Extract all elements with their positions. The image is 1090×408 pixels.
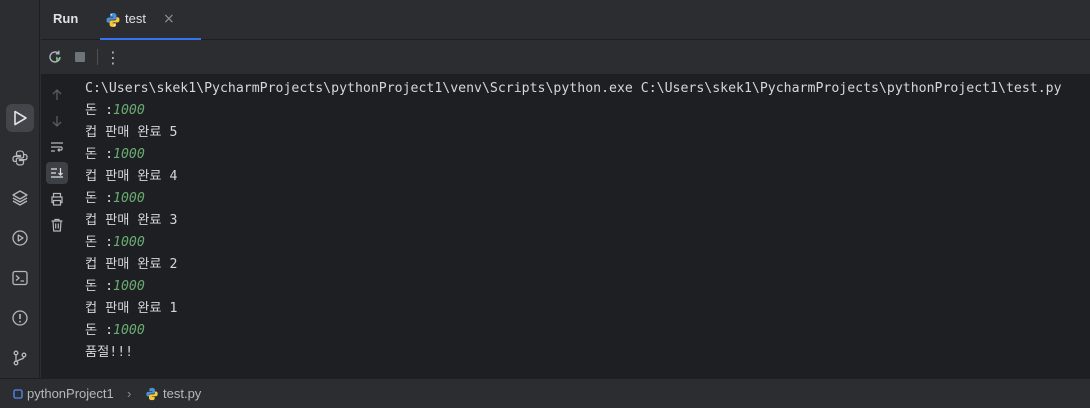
scroll-to-end-button[interactable] [46, 162, 68, 184]
run-window-title: Run [53, 11, 79, 26]
problems-icon [12, 310, 28, 326]
console-line: 컵 판매 완료 2 [85, 254, 1090, 276]
console-line-text: 돈 : [85, 147, 114, 162]
rerun-button[interactable] [45, 47, 65, 67]
run-window-header: Run test × [41, 0, 1090, 40]
stop-icon [75, 52, 85, 62]
python-file-icon [106, 13, 120, 27]
console-line: 돈 :1000 [85, 144, 1090, 166]
python-icon [12, 150, 28, 166]
arrow-down-icon [52, 116, 62, 127]
console-line-value: 1000 [113, 147, 145, 162]
python-file-icon [146, 387, 158, 400]
run-toolbar: ⋮ [41, 41, 1090, 73]
status-bar: pythonProject1 › test.py [0, 378, 1090, 408]
close-tab-icon[interactable]: × [163, 11, 175, 27]
print-icon [51, 192, 63, 206]
services-icon [12, 230, 28, 246]
console-line-text: 돈 : [85, 323, 114, 338]
console-output[interactable]: C:\Users\skek1\PycharmProjects\pythonPro… [85, 78, 1090, 364]
command-line: C:\Users\skek1\PycharmProjects\pythonPro… [85, 81, 1062, 96]
console-line-text: 컵 판매 완료 1 [85, 301, 178, 316]
console-line-text: 컵 판매 완료 4 [85, 169, 178, 184]
tool-window-strip [0, 0, 40, 378]
console-line-text: 돈 : [85, 279, 114, 294]
console-line: 컵 판매 완료 4 [85, 166, 1090, 188]
clear-all-button[interactable] [46, 214, 68, 236]
trash-icon [51, 218, 63, 232]
console-line: 돈 :1000 [85, 320, 1090, 342]
terminal-tool-button[interactable] [6, 264, 34, 292]
console-line-value: 1000 [113, 103, 145, 118]
console-line-text: 컵 판매 완료 2 [85, 257, 178, 272]
soft-wrap-icon [51, 142, 63, 152]
git-branch-icon [13, 350, 27, 366]
active-tab-indicator [100, 38, 201, 40]
arrow-up-icon [52, 89, 62, 100]
console-line: 품절!!! [85, 342, 1090, 364]
breadcrumb-project[interactable]: pythonProject1 [13, 386, 114, 401]
python-packages-tool-button[interactable] [6, 184, 34, 212]
project-name: pythonProject1 [27, 386, 114, 401]
terminal-icon [12, 270, 28, 286]
console-line-value: 1000 [113, 323, 145, 338]
console-line-text: 컵 판매 완료 5 [85, 125, 178, 140]
soft-wrap-button[interactable] [46, 136, 68, 158]
problems-tool-button[interactable] [6, 304, 34, 332]
console-line-text: 컵 판매 완료 3 [85, 213, 178, 228]
toolbar-divider [97, 49, 98, 65]
previous-occurrence-button[interactable] [46, 84, 68, 106]
console-line: 컵 판매 완료 1 [85, 298, 1090, 320]
console-line-value: 1000 [113, 191, 145, 206]
run-icon [14, 110, 27, 126]
breadcrumb-separator: › [127, 386, 132, 401]
console-line-text: 품절!!! [85, 345, 134, 360]
console-line-value: 1000 [113, 235, 145, 250]
console-line: 컵 판매 완료 5 [85, 122, 1090, 144]
print-button[interactable] [46, 188, 68, 210]
next-occurrence-button[interactable] [46, 110, 68, 132]
console-line: 컵 판매 완료 3 [85, 210, 1090, 232]
services-tool-button[interactable] [6, 224, 34, 252]
layers-icon [12, 190, 28, 206]
console-line-text: 돈 : [85, 235, 114, 250]
file-name: test.py [163, 386, 202, 401]
console-line-text: 돈 : [85, 103, 114, 118]
console-line-text: 돈 : [85, 191, 114, 206]
tab-label: test [125, 11, 146, 26]
module-icon [13, 388, 23, 399]
console-line: 돈 :1000 [85, 100, 1090, 122]
stop-button[interactable] [70, 47, 90, 67]
version-control-tool-button[interactable] [6, 344, 34, 372]
scroll-to-end-icon [51, 168, 63, 178]
console-line-value: 1000 [113, 279, 145, 294]
rerun-icon [49, 50, 61, 63]
console-line: 돈 :1000 [85, 188, 1090, 210]
breadcrumb-file[interactable]: test.py [145, 386, 201, 401]
console-gutter [41, 74, 73, 378]
more-options-button[interactable]: ⋮ [103, 47, 123, 67]
tab-test[interactable]: test × [100, 0, 201, 40]
console-line: 돈 :1000 [85, 232, 1090, 254]
run-tool-button[interactable] [6, 104, 34, 132]
python-console-tool-button[interactable] [6, 144, 34, 172]
console-panel: C:\Users\skek1\PycharmProjects\pythonPro… [41, 74, 1090, 378]
console-line: 돈 :1000 [85, 276, 1090, 298]
